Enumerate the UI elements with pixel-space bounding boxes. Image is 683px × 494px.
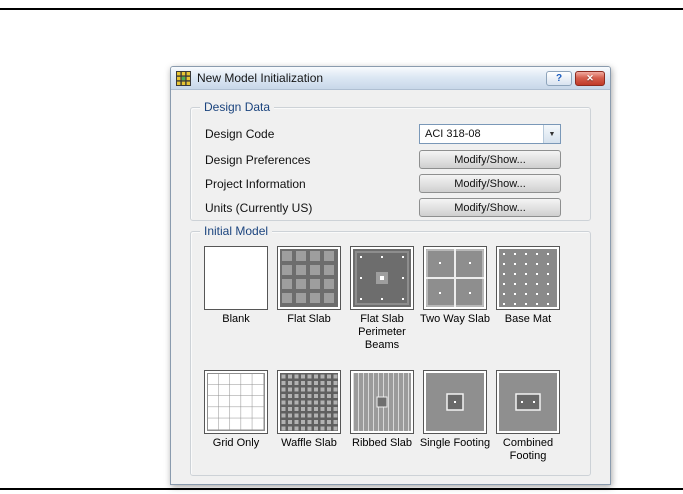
template-grid-only[interactable] (204, 370, 268, 434)
template-label: Blank (222, 313, 250, 325)
ribbed-slab-icon (353, 373, 411, 431)
design-data-group: Design Data Design Code ACI 318-08 ▼ Des… (190, 100, 591, 221)
template-single-footing[interactable] (423, 370, 487, 434)
template-label: Combined Footing (502, 437, 554, 463)
template-label: Flat Slab (287, 313, 331, 325)
dropdown-arrow-icon[interactable]: ▼ (543, 125, 560, 143)
project-information-label: Project Information (205, 177, 306, 191)
project-information-modify-button[interactable]: Modify/Show... (419, 174, 561, 193)
units-modify-button[interactable]: Modify/Show... (419, 198, 561, 217)
template-label: Single Footing (419, 437, 491, 449)
template-label: Flat Slab Perimeter Beams (358, 313, 406, 352)
template-label: Waffle Slab (281, 437, 337, 449)
caption-buttons: ? ✕ (546, 70, 605, 86)
help-icon: ? (555, 72, 563, 84)
page-border-top (0, 8, 683, 10)
template-cell: Grid Only (204, 370, 268, 463)
initial-model-group-label: Initial Model (200, 224, 273, 239)
close-icon: ✕ (586, 72, 594, 83)
template-waffle-slab[interactable] (277, 370, 341, 434)
page-border-bottom (0, 488, 683, 490)
flat-slab-icon (280, 249, 338, 307)
template-cell: Ribbed Slab (350, 370, 414, 463)
template-two-way-slab[interactable] (423, 246, 487, 310)
flat-slab-perimeter-beams-icon (353, 249, 411, 307)
units-row: Units (Currently US) Modify/Show... (191, 198, 590, 218)
template-label: Grid Only (212, 437, 260, 449)
initial-model-group: Initial Model Blank Flat Slab Flat Slab … (190, 224, 591, 476)
template-label: Ribbed Slab (352, 437, 412, 449)
design-code-label: Design Code (205, 127, 275, 141)
template-blank[interactable] (204, 246, 268, 310)
help-button[interactable]: ? (546, 70, 572, 86)
template-cell: Waffle Slab (277, 370, 341, 463)
design-preferences-row: Design Preferences Modify/Show... (191, 150, 590, 170)
waffle-slab-icon (280, 373, 338, 431)
project-information-row: Project Information Modify/Show... (191, 174, 590, 194)
design-preferences-label: Design Preferences (205, 153, 311, 167)
base-mat-icon (499, 249, 557, 307)
dialog-titlebar[interactable]: New Model Initialization ? ✕ (171, 67, 610, 90)
template-label: Two Way Slab (420, 313, 490, 325)
combined-footing-icon (499, 373, 557, 431)
template-cell: Base Mat (496, 246, 560, 353)
single-footing-icon (426, 373, 484, 431)
template-ribbed-slab[interactable] (350, 370, 414, 434)
template-cell: Flat Slab Perimeter Beams (350, 246, 414, 353)
two-way-slab-icon (426, 249, 484, 307)
template-row-1: Blank Flat Slab Flat Slab Perimeter Beam… (204, 246, 560, 353)
design-code-value: ACI 318-08 (425, 128, 481, 140)
units-label: Units (Currently US) (205, 201, 313, 215)
new-model-initialization-dialog: New Model Initialization ? ✕ Design Data… (170, 66, 611, 485)
template-cell: Combined Footing (496, 370, 560, 463)
design-code-select[interactable]: ACI 318-08 ▼ (419, 124, 561, 144)
template-flat-slab-perimeter-beams[interactable] (350, 246, 414, 310)
design-data-group-label: Design Data (200, 100, 275, 115)
template-base-mat[interactable] (496, 246, 560, 310)
blank-icon (207, 249, 265, 307)
template-cell: Two Way Slab (420, 246, 490, 353)
template-label: Base Mat (504, 313, 552, 325)
template-combined-footing[interactable] (496, 370, 560, 434)
design-code-row: Design Code ACI 318-08 ▼ (191, 124, 590, 144)
grid-only-icon (207, 373, 265, 431)
template-cell: Blank (204, 246, 268, 353)
app-icon (176, 70, 191, 86)
template-cell: Single Footing (420, 370, 490, 463)
template-cell: Flat Slab (277, 246, 341, 353)
template-flat-slab[interactable] (277, 246, 341, 310)
close-button[interactable]: ✕ (575, 70, 605, 86)
design-preferences-modify-button[interactable]: Modify/Show... (419, 150, 561, 169)
dialog-title: New Model Initialization (197, 71, 324, 85)
template-row-2: Grid Only Waffle Slab Ribbed Slab Single… (204, 370, 560, 463)
